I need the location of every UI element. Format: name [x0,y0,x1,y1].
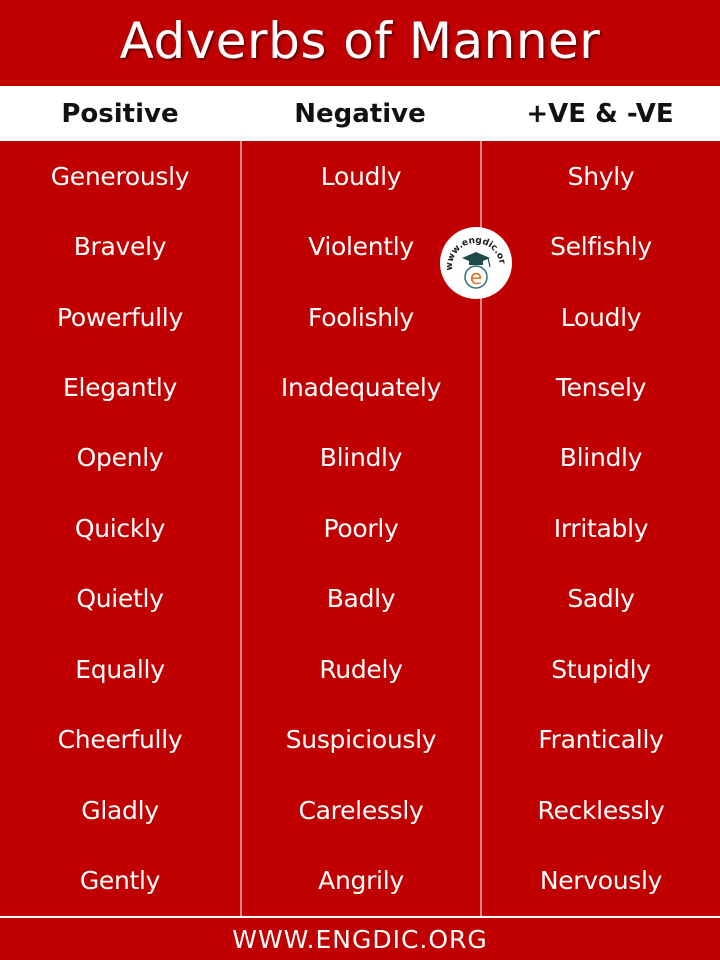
word-cell: Quietly [76,584,164,614]
word-cell: Elegantly [63,373,177,403]
column-header-positive: Positive [61,98,179,129]
word-cell: Cheerfully [57,725,183,755]
word-cell: Tensely [555,373,647,403]
word-cell: Recklessly [537,795,665,825]
word-cell: Suspiciously [285,725,437,755]
word-cell: Stupidly [551,654,651,684]
word-cell: Shyly [567,161,635,191]
word-cell: Inadequately [280,373,442,403]
word-cell: Rudely [319,654,403,684]
word-cell: Sadly [567,584,635,614]
footer-website: WWW.ENGDIC.ORG [232,924,488,954]
word-cell: Nervously [539,866,663,896]
column-header-both: +VE & -VE [526,98,674,129]
word-cell: Loudly [320,161,402,191]
column-positive: Generously Bravely Powerfully Elegantly … [0,141,240,916]
word-cell: Gently [79,866,161,896]
logo-letter: e [470,265,482,289]
word-cell: Carelessly [298,795,424,825]
word-cell: Badly [326,584,396,614]
title-bar: Adverbs of Manner [0,0,720,86]
word-cell: Bravely [73,232,167,262]
word-cell: Angrily [318,866,404,896]
word-cell: Frantically [538,725,664,755]
word-cell: Generously [50,161,190,191]
word-cell: Selfishly [550,232,652,262]
logo-graphic: www.engdic.org e [440,227,507,289]
column-both: Shyly Selfishly Loudly Tensely Blindly I… [480,141,720,916]
word-cell: Powerfully [57,302,183,332]
engdic-logo: www.engdic.org e [440,227,512,299]
word-cell: Loudly [560,302,642,332]
word-cell: Blindly [559,443,643,473]
word-cell: Gladly [81,795,159,825]
word-cell: Blindly [319,443,403,473]
word-cell: Quickly [74,513,166,543]
adverb-table: Generously Bravely Powerfully Elegantly … [0,141,720,916]
column-header-negative: Negative [294,98,426,129]
word-cell: Poorly [323,513,399,543]
page-title: Adverbs of Manner [119,12,601,70]
word-cell: Openly [76,443,164,473]
word-cell: Equally [75,654,165,684]
column-header-row: Positive Negative +VE & -VE [0,86,720,141]
footer: WWW.ENGDIC.ORG [0,916,720,960]
word-cell: Irritably [553,513,649,543]
